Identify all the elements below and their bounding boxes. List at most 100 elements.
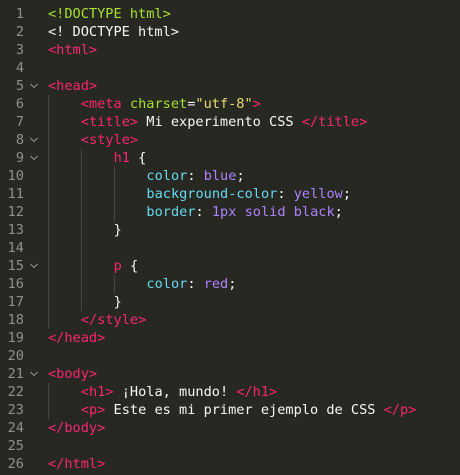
code-line[interactable]: 8 <style> [0, 131, 460, 149]
code-token: h1 [113, 150, 130, 166]
code-line[interactable]: 5 <head> [0, 77, 460, 95]
code-line[interactable]: 4 [0, 59, 460, 77]
code-line[interactable]: 14 [0, 239, 460, 257]
code-line[interactable]: 3 <html> [0, 41, 460, 59]
code-token: : [187, 168, 204, 184]
code-line[interactable]: 13} [0, 221, 460, 239]
fold-chevron-icon[interactable] [30, 154, 38, 162]
line-number: 4 [15, 60, 24, 76]
code-token: <head> [48, 78, 98, 94]
code-token: ; [342, 186, 352, 202]
line-code: <title> Mi experimento CSS </title> [81, 113, 367, 131]
line-number: 16 [7, 276, 24, 292]
code-token: </p> [383, 402, 417, 418]
fold-chevron-icon[interactable] [30, 136, 38, 144]
line-code: p { [114, 257, 139, 275]
indent-guide [80, 167, 82, 185]
line-number: 11 [7, 186, 24, 202]
line-number: 12 [7, 204, 24, 220]
code-token: 1px [211, 204, 237, 220]
code-token: <meta [80, 96, 130, 112]
code-line[interactable]: 12 border: 1px solid black; [0, 203, 460, 221]
indent-guide [113, 185, 115, 203]
line-code: <!DOCTYPE html> [48, 5, 171, 23]
code-line[interactable]: 18 </style> [0, 311, 460, 329]
code-line[interactable]: 26 </html> [0, 455, 460, 473]
code-line[interactable]: 22 <h1> ¡Hola, mundo! </h1> [0, 383, 460, 401]
code-token: ; [228, 276, 237, 292]
code-token: black [293, 204, 335, 220]
fold-chevron-icon[interactable] [30, 370, 38, 378]
code-token: </style> [80, 312, 147, 328]
code-token: </title> [301, 114, 368, 130]
code-token: p [113, 258, 122, 274]
code-token: "utf-8" [195, 96, 253, 112]
code-line[interactable]: 1 <!DOCTYPE html> [0, 5, 460, 23]
code-line[interactable]: 10 color: blue; [0, 167, 460, 185]
indent-guide [48, 131, 49, 149]
line-number: 8 [15, 132, 24, 148]
code-line[interactable]: 15 p { [0, 257, 460, 275]
indent-guide [48, 149, 49, 167]
indent-guide [48, 185, 49, 203]
indent-guide [48, 167, 49, 185]
code-token: <html> [48, 42, 98, 58]
code-token: } [113, 294, 122, 310]
code-token: yellow [293, 186, 343, 202]
indent-guide [80, 203, 82, 221]
code-line[interactable]: 24 </body> [0, 419, 460, 437]
code-line[interactable]: 2 <! DOCTYPE html> [0, 23, 460, 41]
indent-guide [80, 221, 82, 239]
indent-guide [48, 113, 49, 131]
line-number: 21 [7, 366, 24, 382]
code-line[interactable]: 23 <p> Este es mi primer ejemplo de CSS <… [0, 401, 460, 419]
code-token: solid [244, 204, 286, 220]
code-line[interactable]: 25 [0, 437, 460, 455]
code-line[interactable]: 19 </head> [0, 329, 460, 347]
code-token: Este es mi primer ejemplo de CSS [105, 402, 384, 418]
line-code: <meta charset="utf-8"> [81, 95, 261, 113]
code-token: <style> [80, 132, 139, 148]
fold-chevron-icon[interactable] [30, 262, 38, 270]
line-code: <head> [48, 77, 97, 95]
indent-guide [80, 185, 82, 203]
line-code: </style> [81, 311, 146, 329]
indent-guide [80, 239, 82, 257]
code-line[interactable]: 21 <body> [0, 365, 460, 383]
line-number: 3 [15, 42, 24, 58]
code-editor[interactable]: 1 <!DOCTYPE html> 2 <! DOCTYPE html> 3 <html>… [0, 0, 460, 475]
code-line[interactable]: 20 [0, 347, 460, 365]
code-token: </body> [48, 420, 106, 436]
indent-guide [48, 275, 49, 293]
code-token: <p> [80, 402, 106, 418]
code-line[interactable]: 9 h1 { [0, 149, 460, 167]
line-code: <html> [48, 41, 97, 59]
code-token: <title> [80, 114, 139, 130]
line-code: <! DOCTYPE html> [48, 23, 179, 41]
line-number: 20 [7, 348, 24, 364]
code-token: > [252, 96, 261, 112]
fold-chevron-icon[interactable] [30, 82, 38, 90]
line-number: 19 [7, 330, 24, 346]
code-token: { [129, 150, 147, 166]
code-line[interactable]: 11 background-color: yellow; [0, 185, 460, 203]
code-line[interactable]: 6 <meta charset="utf-8"> [0, 95, 460, 113]
line-number: 25 [7, 438, 24, 454]
line-code: color: blue; [146, 167, 244, 185]
code-line[interactable]: 17} [0, 293, 460, 311]
line-code: h1 { [114, 149, 147, 167]
line-number: 26 [7, 456, 24, 472]
code-token: : [277, 186, 294, 202]
line-number: 23 [7, 402, 24, 418]
code-line[interactable]: 16 color: red; [0, 275, 460, 293]
code-line[interactable]: 7 <title> Mi experimento CSS </title> [0, 113, 460, 131]
code-token: red [203, 276, 229, 292]
code-token: ¡Hola, mundo! [113, 384, 237, 400]
code-token: </h1> [236, 384, 278, 400]
line-number: 17 [7, 294, 24, 310]
line-code: } [114, 293, 122, 311]
line-number: 18 [7, 312, 24, 328]
code-token: border [146, 204, 196, 220]
